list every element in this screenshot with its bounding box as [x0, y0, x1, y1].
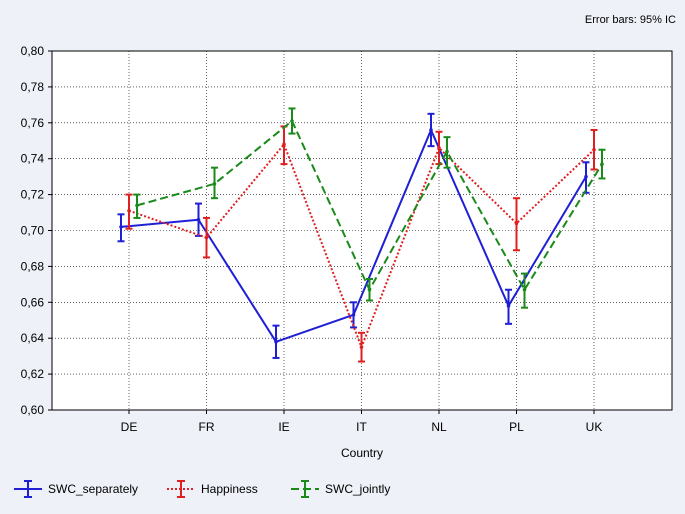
data-point [367, 287, 372, 292]
data-point [196, 217, 201, 222]
data-point [600, 162, 604, 166]
y-tick-label: 0,72 [21, 188, 45, 202]
legend-label: SWC_jointly [325, 482, 390, 496]
data-point [592, 147, 596, 152]
x-tick-label: FR [199, 420, 215, 434]
y-tick-label: 0,70 [21, 224, 45, 238]
error-bars-note: Error bars: 95% IC [585, 14, 676, 26]
x-tick-label: IT [356, 420, 367, 434]
y-tick-label: 0,74 [21, 152, 45, 166]
data-point [437, 146, 441, 150]
x-tick-label: PL [509, 420, 524, 434]
y-tick-label: 0,64 [21, 331, 45, 345]
y-tick-label: 0,62 [21, 367, 45, 381]
data-point [212, 182, 217, 186]
y-tick-label: 0,68 [21, 259, 45, 273]
data-point [290, 119, 294, 123]
chart: 0,80 0,78 0,76 0,74 0,72 0,70 0,68 0,66 0,64 0,62… [0, 0, 685, 514]
data-point [522, 287, 527, 292]
x-tick-label: DE [121, 420, 138, 434]
y-tick-label: 0,80 [21, 44, 45, 58]
legend-item-SWC_jointly: SWC_jointly [291, 480, 390, 498]
legend-label: SWC_separately [48, 482, 138, 496]
data-point [506, 304, 511, 308]
data-point [584, 174, 588, 179]
data-point [274, 339, 278, 344]
data-point [204, 235, 209, 240]
legend: SWC_separately Happiness SWC_jointly [14, 480, 390, 498]
data-point [445, 149, 449, 154]
data-point [429, 128, 433, 132]
data-point [127, 208, 131, 213]
y-tick-label: 0,76 [21, 116, 45, 130]
data-point [351, 313, 356, 317]
y-tick-label: 0,60 [21, 403, 45, 417]
data-point [359, 345, 364, 349]
data-point [282, 142, 286, 147]
data-point [135, 203, 139, 208]
legend-item-Happiness: Happiness [167, 480, 258, 498]
x-tick-label: IE [278, 420, 289, 434]
x-tick-label: UK [586, 420, 603, 434]
x-axis-title: Country [341, 446, 383, 460]
chart-svg: 0,80 0,78 0,76 0,74 0,72 0,70 0,68 0,66 0,64 0,62… [0, 0, 685, 514]
y-tick-label: 0,66 [21, 295, 45, 309]
y-tick-label: 0,78 [21, 80, 45, 94]
data-point [514, 221, 519, 226]
x-tick-label: NL [431, 420, 447, 434]
legend-label: Happiness [201, 482, 258, 496]
data-point [119, 225, 123, 229]
